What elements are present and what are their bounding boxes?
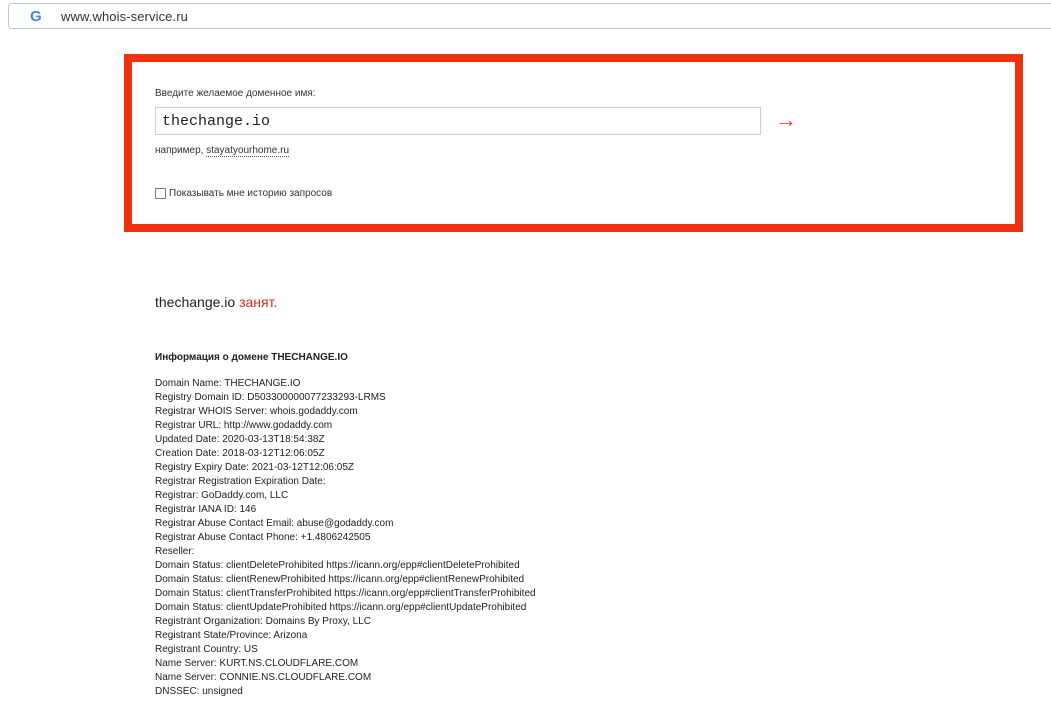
whois-line: Registrar Abuse Contact Phone: +1.480624… [155, 532, 371, 543]
whois-line: Reseller: [155, 546, 195, 557]
address-bar[interactable]: G www.whois-service.ru [8, 3, 1051, 29]
whois-line: Registry Expiry Date: 2021-03-12T12:06:0… [155, 462, 354, 473]
whois-line: Registrant Organization: Domains By Prox… [155, 616, 372, 627]
result-domain: thechange.io [155, 294, 236, 310]
result-status: занят. [239, 294, 278, 310]
whois-line: Registrant Country: US [155, 644, 258, 655]
result-line: thechange.io занят. [155, 294, 277, 310]
example-hint: например, stayatyourhome.ru [155, 145, 290, 157]
submit-arrow-icon[interactable]: → [775, 109, 797, 131]
domain-input[interactable] [155, 107, 761, 135]
whois-line: DNSSEC: unsigned [155, 686, 243, 697]
whois-line: Registrar URL: http://www.godaddy.com [155, 420, 333, 431]
history-label: Показывать мне историю запросов [169, 188, 333, 199]
whois-line: Domain Status: clientDeleteProhibited ht… [155, 560, 520, 571]
info-title: Информация о домене THECHANGE.IO [155, 352, 348, 363]
domain-prompt-label: Введите желаемое доменное имя: [155, 88, 316, 99]
whois-record-list: Domain Name: THECHANGE.IO Registry Domain… [155, 377, 536, 699]
whois-line: Domain Status: clientRenewProhibited htt… [155, 574, 525, 585]
history-option[interactable]: Показывать мне историю запросов [155, 188, 332, 199]
whois-line: Registrar IANA ID: 146 [155, 504, 257, 515]
whois-line: Registrar: GoDaddy.com, LLC [155, 490, 289, 501]
whois-line: Domain Status: clientTransferProhibited … [155, 588, 536, 599]
domain-search-panel: Введите желаемое доменное имя: → наприме… [124, 54, 1023, 232]
url-text[interactable]: www.whois-service.ru [61, 9, 188, 24]
whois-line: Creation Date: 2018-03-12T12:06:05Z [155, 448, 325, 459]
history-checkbox[interactable] [155, 188, 166, 199]
example-link[interactable]: stayatyourhome.ru [206, 145, 290, 157]
whois-line: Registrar WHOIS Server: whois.godaddy.co… [155, 406, 358, 417]
whois-line: Updated Date: 2020-03-13T18:54:38Z [155, 434, 325, 445]
whois-line: Registrar Abuse Contact Email: abuse@god… [155, 518, 394, 529]
whois-line: Name Server: KURT.NS.CLOUDFLARE.COM [155, 658, 359, 669]
whois-line: Domain Name: THECHANGE.IO [155, 378, 301, 389]
whois-line: Name Server: CONNIE.NS.CLOUDFLARE.COM [155, 672, 372, 683]
example-prefix: например, [155, 145, 204, 156]
whois-line: Registrant State/Province: Arizona [155, 630, 308, 641]
whois-line: Domain Status: clientUpdateProhibited ht… [155, 602, 527, 613]
google-icon: G [30, 8, 42, 25]
whois-line: Registry Domain ID: D503300000077233293-… [155, 392, 386, 403]
page: G www.whois-service.ru Введите желаемое … [0, 0, 1051, 708]
whois-line: Registrar Registration Expiration Date: [155, 476, 326, 487]
